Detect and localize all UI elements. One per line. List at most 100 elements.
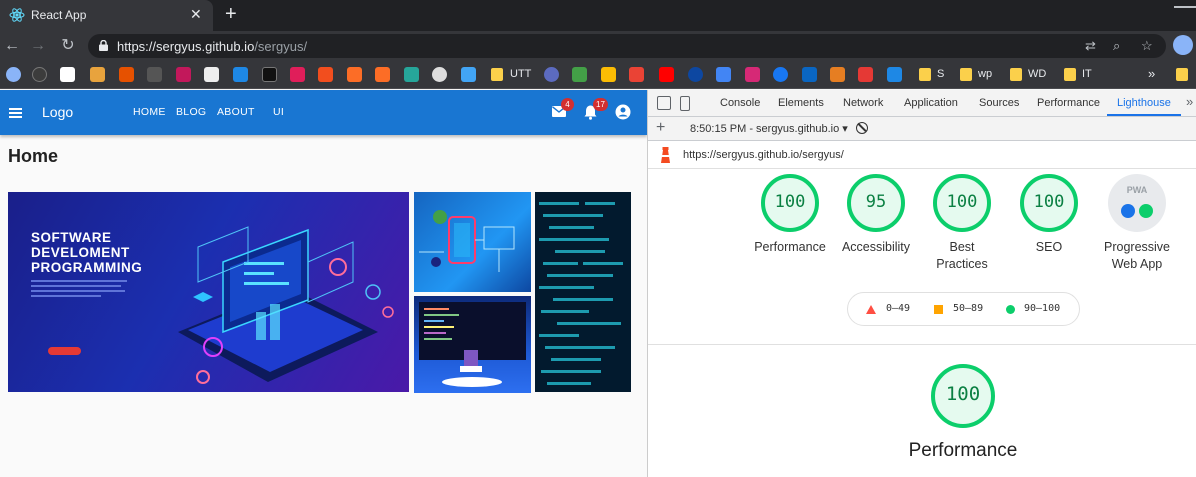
tab-performance[interactable]: Performance: [1037, 97, 1100, 109]
bookmark-icon[interactable]: [688, 67, 703, 82]
tab-elements[interactable]: Elements: [778, 97, 824, 109]
performance-gauge[interactable]: 100: [761, 174, 819, 232]
main-performance-gauge: 100: [931, 364, 995, 428]
notifications-button[interactable]: 17: [584, 98, 608, 120]
folder-icon[interactable]: [960, 68, 972, 81]
profile-avatar[interactable]: [1173, 35, 1193, 55]
device-toggle-icon[interactable]: [680, 96, 690, 111]
close-tab-icon[interactable]: ✕: [190, 6, 202, 23]
logo[interactable]: Logo: [42, 104, 73, 120]
bookmark-label[interactable]: S: [937, 68, 944, 80]
instagram-icon[interactable]: [745, 67, 760, 82]
tab-sources[interactable]: Sources: [979, 97, 1019, 109]
bookmark-icon[interactable]: [404, 67, 419, 82]
menu-icon[interactable]: [9, 108, 22, 118]
new-report-button[interactable]: +: [656, 119, 665, 137]
report-url-row: https://sergyus.github.io/sergyus/: [648, 141, 1196, 169]
github-icon[interactable]: [32, 67, 47, 82]
pwa-text: PWA: [1126, 185, 1148, 195]
accessibility-label: Accessibility: [841, 240, 911, 254]
drive-icon[interactable]: [601, 67, 616, 82]
nav-ui[interactable]: UI: [273, 106, 284, 118]
code-screen-illustration: [539, 202, 623, 385]
tab-application[interactable]: Application: [904, 97, 958, 109]
gmail-icon[interactable]: [629, 67, 644, 82]
wordpress-icon[interactable]: [432, 67, 447, 82]
bookmark-label[interactable]: WD: [1028, 68, 1046, 80]
bookmark-icon[interactable]: [830, 67, 845, 82]
performance-label: Performance: [754, 240, 826, 254]
translate-icon[interactable]: ⇄: [1085, 38, 1096, 54]
folder-icon[interactable]: [1064, 68, 1076, 81]
bookmark-icon[interactable]: [461, 67, 476, 82]
apps-icon[interactable]: [6, 67, 21, 82]
tab-lighthouse[interactable]: Lighthouse: [1117, 97, 1171, 109]
account-icon[interactable]: [615, 104, 631, 120]
legend-fail: 0–49: [886, 303, 911, 314]
pwa-badge[interactable]: PWA: [1108, 174, 1166, 232]
screen: React App ✕ + ← → ↻ https://sergyus.gith…: [0, 0, 1196, 477]
lock-icon: [99, 40, 108, 51]
more-bookmarks-icon[interactable]: »: [1148, 66, 1155, 81]
best-practices-gauge[interactable]: 100: [933, 174, 991, 232]
bookmark-icon[interactable]: [262, 67, 277, 82]
gitlab-icon[interactable]: [375, 67, 390, 82]
performance-score: 100: [774, 192, 806, 212]
star-icon[interactable]: ☆: [1141, 38, 1153, 54]
nav-blog[interactable]: BLOG: [176, 106, 206, 118]
hd-icon[interactable]: [147, 67, 162, 82]
zoom-icon[interactable]: ⌕: [1113, 38, 1120, 54]
seo-gauge[interactable]: 100: [1020, 174, 1078, 232]
forward-icon[interactable]: →: [28, 35, 48, 57]
codepen-icon[interactable]: [60, 67, 75, 82]
linkedin-icon[interactable]: [802, 67, 817, 82]
slack-icon[interactable]: [290, 67, 305, 82]
tab-network[interactable]: Network: [843, 97, 883, 109]
nav-home[interactable]: HOME: [133, 106, 166, 118]
gitlab-icon[interactable]: [347, 67, 362, 82]
bookmark-label[interactable]: IT: [1082, 68, 1092, 80]
report-selector[interactable]: 8:50:15 PM - sergyus.github.io ▾: [690, 122, 848, 135]
address-bar[interactable]: https://sergyus.github.io/sergyus/ ⇄ ⌕ ☆: [88, 34, 1166, 58]
hero-image: SOFTWARE DEVELOMENT PROGRAMMING: [8, 192, 409, 392]
figma-icon[interactable]: [318, 67, 333, 82]
translate-bookmark-icon[interactable]: [716, 67, 731, 82]
youtube-icon[interactable]: [659, 67, 674, 82]
url-text: https://sergyus.github.io/sergyus/: [117, 39, 308, 54]
bookmark-label[interactable]: wp: [978, 68, 992, 80]
bookmark-icon[interactable]: [572, 67, 587, 82]
bookmark-icon[interactable]: [119, 67, 134, 82]
new-tab-button[interactable]: +: [225, 3, 237, 25]
bookmark-icon[interactable]: [858, 67, 873, 82]
bookmark-label[interactable]: UTT: [510, 68, 531, 80]
browser-tab[interactable]: React App ✕: [0, 0, 213, 31]
facebook-icon[interactable]: [773, 67, 788, 82]
accessibility-score: 95: [865, 192, 887, 212]
more-tabs-icon[interactable]: »: [1186, 94, 1193, 109]
folder-icon[interactable]: [1176, 68, 1188, 81]
report-url[interactable]: https://sergyus.github.io/sergyus/: [683, 149, 844, 161]
bookmark-icon[interactable]: [544, 67, 559, 82]
folder-icon[interactable]: [1010, 68, 1022, 81]
tab-console[interactable]: Console: [720, 97, 760, 109]
dropbox-icon[interactable]: [887, 67, 902, 82]
bookmark-icon[interactable]: [176, 67, 191, 82]
clear-reports-icon[interactable]: [856, 122, 868, 134]
active-tab-indicator: [1107, 114, 1181, 116]
bookmark-icon[interactable]: [233, 67, 248, 82]
mail-button[interactable]: 4: [552, 98, 574, 120]
monitor-icon[interactable]: [204, 67, 219, 82]
laptop-illustration: [178, 226, 394, 384]
folder-icon[interactable]: [491, 68, 503, 81]
inspect-icon[interactable]: [657, 96, 671, 110]
h-icon[interactable]: [90, 67, 105, 82]
browser-tabstrip: React App ✕ +: [0, 0, 1196, 31]
plus-icon: [1139, 204, 1153, 218]
reload-icon[interactable]: ↻: [58, 35, 78, 57]
lighthouse-toolbar: + 8:50:15 PM - sergyus.github.io ▾: [648, 117, 1196, 141]
nav-about[interactable]: ABOUT: [217, 106, 255, 118]
folder-icon[interactable]: [919, 68, 931, 81]
accessibility-gauge[interactable]: 95: [847, 174, 905, 232]
back-icon[interactable]: ←: [2, 35, 22, 57]
minimize-icon[interactable]: [1174, 6, 1196, 8]
